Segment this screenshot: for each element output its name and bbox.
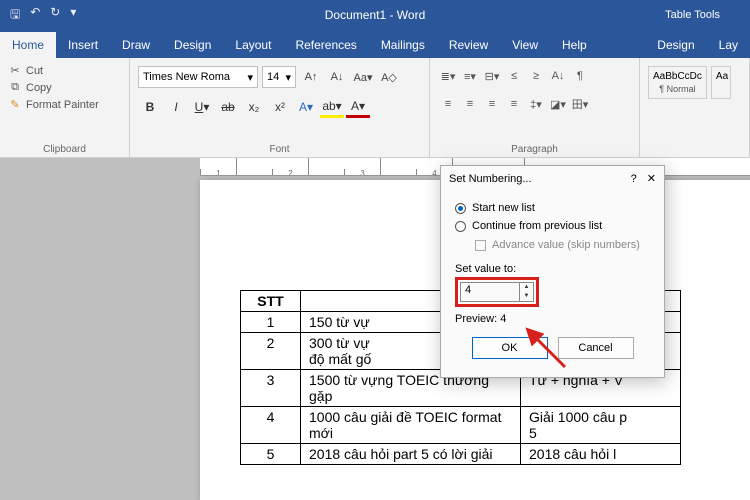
clipboard-label: Clipboard — [8, 144, 121, 157]
subscript-button[interactable]: x₂ — [242, 96, 266, 118]
help-icon[interactable]: ? — [631, 173, 637, 185]
chevron-down-icon: ▾ — [247, 71, 253, 84]
undo-icon[interactable]: ↶ — [30, 5, 40, 26]
set-value-label: Set value to: — [455, 259, 650, 275]
tab-references[interactable]: References — [283, 32, 368, 58]
increase-indent-button[interactable]: ≥ — [526, 66, 546, 86]
italic-button[interactable]: I — [164, 96, 188, 118]
tab-home[interactable]: Home — [0, 32, 56, 58]
superscript-button[interactable]: x² — [268, 96, 292, 118]
document-title: Document1 - Word — [325, 8, 425, 22]
underline-button[interactable]: U▾ — [190, 96, 214, 118]
tab-table-layout[interactable]: Lay — [707, 32, 750, 58]
table-header: STT — [241, 291, 301, 312]
numbering-button[interactable]: ≡▾ — [460, 66, 480, 86]
clear-formatting-button[interactable]: A◇ — [378, 66, 400, 88]
start-new-list-radio[interactable]: Start new list — [455, 199, 650, 217]
dialog-title: Set Numbering... — [449, 173, 631, 185]
spinner-down-icon[interactable]: ▼ — [520, 292, 533, 301]
tab-help[interactable]: Help — [550, 32, 599, 58]
bold-button[interactable]: B — [138, 96, 162, 118]
title-bar: 🖫 ↶ ↻ ▾ Document1 - Word Table Tools — [0, 0, 750, 30]
brush-icon: ✎ — [8, 98, 22, 111]
align-center-button[interactable]: ≡ — [460, 94, 480, 114]
tab-draw[interactable]: Draw — [110, 32, 162, 58]
align-right-button[interactable]: ≡ — [482, 94, 502, 114]
highlight-box: 4 ▲▼ — [455, 277, 539, 307]
radio-icon — [455, 221, 466, 232]
save-icon[interactable]: 🖫 — [10, 5, 20, 26]
decrease-indent-button[interactable]: ≤ — [504, 66, 524, 86]
cut-button[interactable]: ✂Cut — [8, 62, 121, 79]
justify-button[interactable]: ≡ — [504, 94, 524, 114]
format-painter-button[interactable]: ✎Format Painter — [8, 96, 121, 113]
preview-label: Preview: 4 — [455, 309, 650, 333]
radio-icon — [455, 203, 466, 214]
font-name-select[interactable]: Times New Roma▾ — [138, 66, 258, 88]
bullets-button[interactable]: ≣▾ — [438, 66, 458, 86]
multilevel-button[interactable]: ⊟▾ — [482, 66, 502, 86]
tab-insert[interactable]: Insert — [56, 32, 110, 58]
strike-button[interactable]: ab — [216, 96, 240, 118]
table-row: 41000 câu giải đề TOEIC format mớiGiải 1… — [241, 407, 681, 444]
line-spacing-button[interactable]: ‡▾ — [526, 94, 546, 114]
set-numbering-dialog: Set Numbering... ? ✕ Start new list Cont… — [440, 165, 665, 378]
cancel-button[interactable]: Cancel — [558, 337, 634, 359]
sort-button[interactable]: A↓ — [548, 66, 568, 86]
cut-icon: ✂ — [8, 64, 22, 77]
checkbox-icon — [475, 240, 486, 251]
font-color-button[interactable]: A▾ — [346, 96, 370, 118]
font-size-select[interactable]: 14▾ — [262, 66, 296, 88]
tab-layout[interactable]: Layout — [223, 32, 283, 58]
ribbon-tabs: Home Insert Draw Design Layout Reference… — [0, 30, 750, 58]
tab-review[interactable]: Review — [437, 32, 500, 58]
copy-button[interactable]: ⧉Copy — [8, 79, 121, 96]
style-normal[interactable]: AaBbCcDc ¶ Normal — [648, 66, 707, 99]
change-case-button[interactable]: Aa▾ — [352, 66, 374, 88]
table-tools-label: Table Tools — [665, 9, 750, 21]
close-icon[interactable]: ✕ — [647, 172, 656, 185]
shrink-font-button[interactable]: A↓ — [326, 66, 348, 88]
align-left-button[interactable]: ≡ — [438, 94, 458, 114]
group-font: Times New Roma▾ 14▾ A↑ A↓ Aa▾ A◇ B I U▾ … — [130, 58, 430, 157]
qat-more-icon[interactable]: ▾ — [70, 5, 76, 26]
copy-icon: ⧉ — [8, 81, 22, 94]
group-styles: AaBbCcDc ¶ Normal Aa — [640, 58, 750, 157]
highlight-button[interactable]: ab▾ — [320, 96, 344, 118]
tab-table-design[interactable]: Design — [645, 32, 706, 58]
borders-button[interactable]: 田▾ — [570, 94, 590, 114]
set-value-input[interactable]: 4 ▲▼ — [460, 282, 534, 302]
continue-list-radio[interactable]: Continue from previous list — [455, 217, 650, 235]
show-marks-button[interactable]: ¶ — [570, 66, 590, 86]
ok-button[interactable]: OK — [472, 337, 548, 359]
group-paragraph: ≣▾ ≡▾ ⊟▾ ≤ ≥ A↓ ¶ ≡ ≡ ≡ ≡ ‡▾ ◪▾ 田▾ Parag… — [430, 58, 640, 157]
shading-button[interactable]: ◪▾ — [548, 94, 568, 114]
tab-mailings[interactable]: Mailings — [369, 32, 437, 58]
table-row: 52018 câu hỏi part 5 có lời giải2018 câu… — [241, 444, 681, 465]
group-clipboard: ✂Cut ⧉Copy ✎Format Painter Clipboard — [0, 58, 130, 157]
redo-icon[interactable]: ↻ — [50, 5, 60, 26]
spinner-up-icon[interactable]: ▲ — [520, 283, 533, 292]
tab-view[interactable]: View — [500, 32, 550, 58]
ribbon: ✂Cut ⧉Copy ✎Format Painter Clipboard Tim… — [0, 58, 750, 158]
font-label: Font — [138, 144, 421, 157]
chevron-down-icon: ▾ — [285, 71, 291, 84]
advance-value-checkbox: Advance value (skip numbers) — [455, 235, 650, 259]
paragraph-label: Paragraph — [438, 144, 631, 157]
style-other[interactable]: Aa — [711, 66, 731, 99]
tab-design[interactable]: Design — [162, 32, 223, 58]
text-effects-button[interactable]: A▾ — [294, 96, 318, 118]
grow-font-button[interactable]: A↑ — [300, 66, 322, 88]
